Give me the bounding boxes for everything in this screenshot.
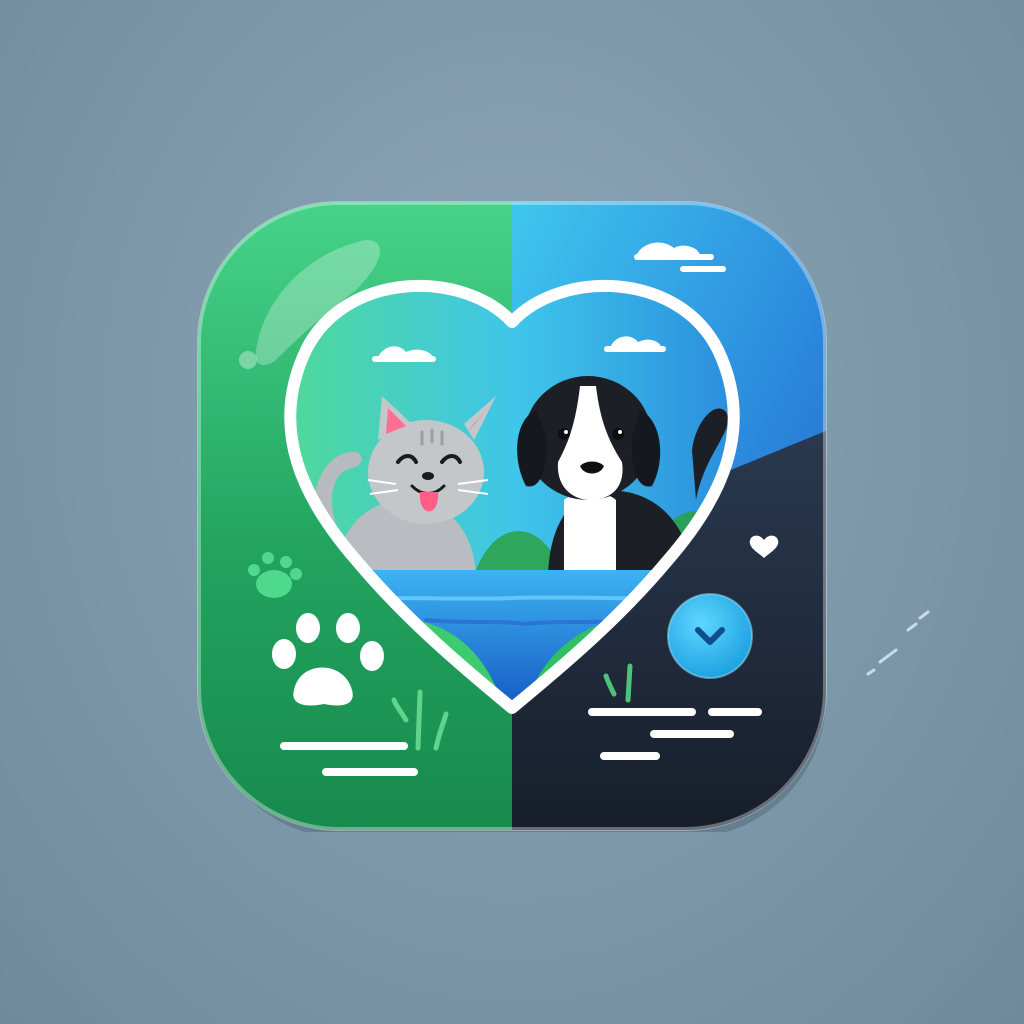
gloss-dot (239, 351, 257, 369)
chevron-down-button[interactable] (667, 593, 753, 679)
app-icon-artwork (197, 201, 827, 832)
canvas (0, 0, 1024, 1024)
app-icon-tile[interactable] (196, 200, 828, 832)
